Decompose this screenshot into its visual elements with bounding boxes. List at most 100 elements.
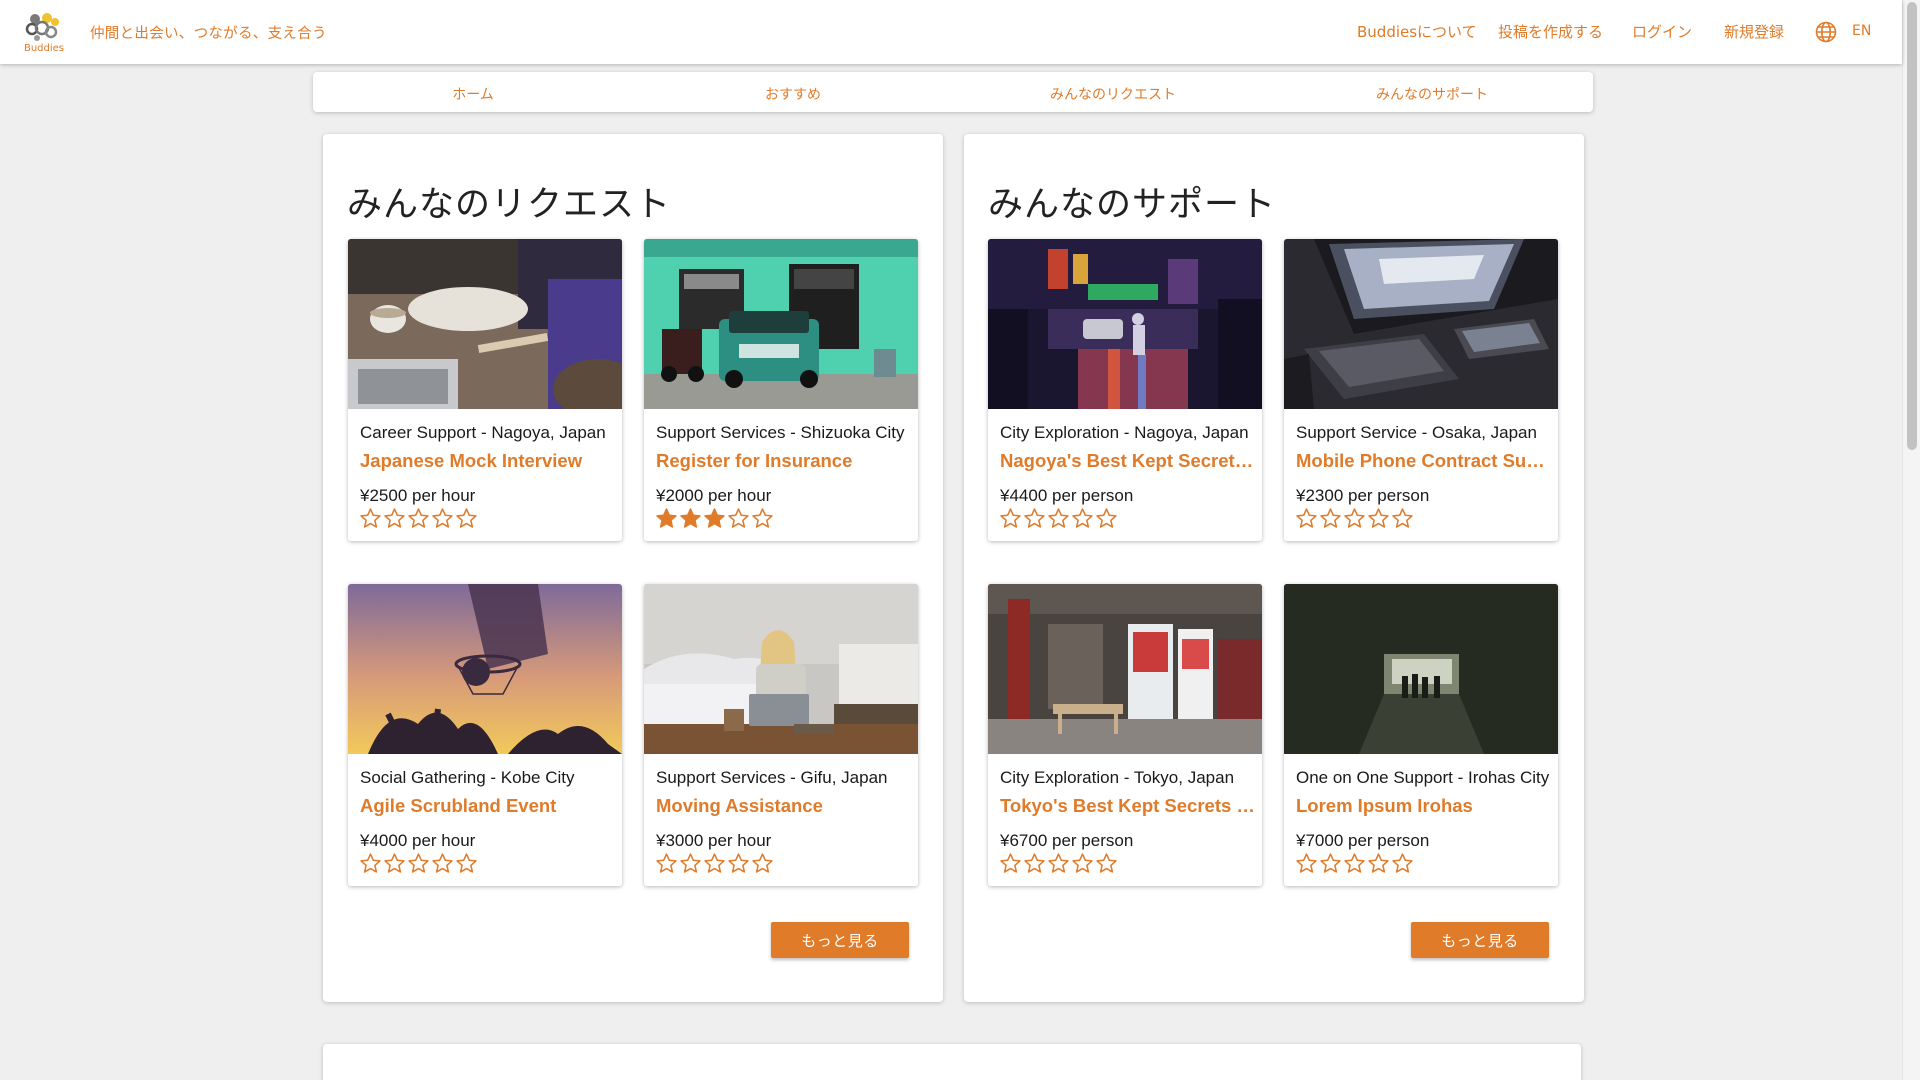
star-rating[interactable] <box>999 852 1118 876</box>
supports-heading: みんなのサポート <box>988 185 1277 225</box>
star-outline-icon[interactable] <box>999 852 1022 875</box>
nav-create-post[interactable]: 投稿を作成する <box>1498 21 1603 42</box>
request-card[interactable]: Support Services - Gifu, Japan Moving As… <box>644 584 918 886</box>
card-title[interactable]: Lorem Ipsum Irohas <box>1296 795 1552 817</box>
star-rating[interactable] <box>999 507 1118 531</box>
scrollbar-thumb[interactable] <box>1907 2 1917 450</box>
card-title[interactable]: Moving Assistance <box>656 795 912 817</box>
star-rating[interactable] <box>655 852 774 876</box>
card-price: ¥2300 per person <box>1296 486 1430 505</box>
star-outline-icon[interactable] <box>751 507 774 530</box>
language-toggle[interactable]: EN <box>1852 23 1871 39</box>
request-card[interactable]: Social Gathering - Kobe City Agile Scrub… <box>348 584 622 886</box>
support-card[interactable]: Support Service - Osaka, Japan Mobile Ph… <box>1284 239 1558 541</box>
star-outline-icon[interactable] <box>1047 852 1070 875</box>
support-card[interactable]: City Exploration - Tokyo, Japan Tokyo's … <box>988 584 1262 886</box>
nav-login[interactable]: ログイン <box>1632 21 1692 42</box>
basketball-hoop-photo <box>348 584 622 754</box>
card-price: ¥3000 per hour <box>656 831 772 850</box>
card-price: ¥7000 per person <box>1296 831 1430 850</box>
star-outline-icon[interactable] <box>703 852 726 875</box>
support-card[interactable]: One on One Support - Irohas City Lorem I… <box>1284 584 1558 886</box>
card-title[interactable]: Agile Scrubland Event <box>360 795 616 817</box>
tab-home[interactable]: ホーム <box>452 84 494 104</box>
tab-requests[interactable]: みんなのリクエスト <box>1050 84 1176 104</box>
support-card[interactable]: City Exploration - Nagoya, Japan Nagoya'… <box>988 239 1262 541</box>
star-filled-icon[interactable] <box>703 507 726 530</box>
request-card[interactable]: Support Services - Shizuoka City Registe… <box>644 239 918 541</box>
star-outline-icon[interactable] <box>383 507 406 530</box>
star-outline-icon[interactable] <box>1071 507 1094 530</box>
tab-supports[interactable]: みんなのサポート <box>1376 84 1488 104</box>
star-filled-icon[interactable] <box>655 507 678 530</box>
star-outline-icon[interactable] <box>1343 507 1366 530</box>
star-outline-icon[interactable] <box>655 852 678 875</box>
star-outline-icon[interactable] <box>727 852 750 875</box>
page-scrollbar[interactable] <box>1902 0 1920 1080</box>
star-outline-icon[interactable] <box>999 507 1022 530</box>
card-title[interactable]: Tokyo's Best Kept Secrets Tour <box>1000 795 1256 817</box>
star-outline-icon[interactable] <box>727 507 750 530</box>
star-outline-icon[interactable] <box>1047 507 1070 530</box>
request-card[interactable]: Career Support - Nagoya, Japan Japanese … <box>348 239 622 541</box>
star-outline-icon[interactable] <box>679 852 702 875</box>
star-outline-icon[interactable] <box>455 852 478 875</box>
star-outline-icon[interactable] <box>1343 852 1366 875</box>
star-outline-icon[interactable] <box>1367 507 1390 530</box>
star-rating[interactable] <box>1295 507 1414 531</box>
star-outline-icon[interactable] <box>1295 852 1318 875</box>
star-outline-icon[interactable] <box>407 507 430 530</box>
card-title[interactable]: Nagoya's Best Kept Secrets Tour <box>1000 450 1256 472</box>
star-rating[interactable] <box>1295 852 1414 876</box>
star-outline-icon[interactable] <box>1023 507 1046 530</box>
star-outline-icon[interactable] <box>1319 507 1342 530</box>
star-outline-icon[interactable] <box>1295 507 1318 530</box>
card-price: ¥4000 per hour <box>360 831 476 850</box>
tunnel-photo <box>1284 584 1558 754</box>
card-category: City Exploration - Tokyo, Japan <box>1000 768 1235 787</box>
card-price: ¥4400 per person <box>1000 486 1134 505</box>
card-category: Social Gathering - Kobe City <box>360 768 575 787</box>
star-outline-icon[interactable] <box>359 852 382 875</box>
star-filled-icon[interactable] <box>679 507 702 530</box>
card-title[interactable]: Register for Insurance <box>656 450 912 472</box>
star-outline-icon[interactable] <box>751 852 774 875</box>
card-title[interactable]: Japanese Mock Interview <box>360 450 616 472</box>
card-category: Career Support - Nagoya, Japan <box>360 423 606 442</box>
app-header: Buddies 仲間と出会い、つながる、支え合う Buddiesについて 投稿を… <box>0 0 1902 64</box>
star-outline-icon[interactable] <box>407 852 430 875</box>
green-car-photo <box>644 239 918 409</box>
section-tabs: ホーム おすすめ みんなのリクエスト みんなのサポート <box>313 72 1593 112</box>
card-price: ¥6700 per person <box>1000 831 1134 850</box>
star-outline-icon[interactable] <box>1391 852 1414 875</box>
supports-more-button[interactable]: もっと見る <box>1411 922 1549 958</box>
star-outline-icon[interactable] <box>1071 852 1094 875</box>
star-outline-icon[interactable] <box>383 852 406 875</box>
requests-heading: みんなのリクエスト <box>347 185 672 225</box>
tab-recommended[interactable]: おすすめ <box>765 84 821 104</box>
star-outline-icon[interactable] <box>359 507 382 530</box>
star-outline-icon[interactable] <box>1391 507 1414 530</box>
star-outline-icon[interactable] <box>1319 852 1342 875</box>
nav-about[interactable]: Buddiesについて <box>1357 21 1477 42</box>
star-outline-icon[interactable] <box>455 507 478 530</box>
requests-more-button[interactable]: もっと見る <box>771 922 909 958</box>
star-rating[interactable] <box>359 507 478 531</box>
star-rating[interactable] <box>359 852 478 876</box>
card-price: ¥2500 per hour <box>360 486 476 505</box>
supports-panel: みんなのサポート City Exploration - Nagoya, Japa… <box>964 134 1584 1002</box>
woman-with-laptop-photo <box>644 584 918 754</box>
star-outline-icon[interactable] <box>1367 852 1390 875</box>
card-title[interactable]: Mobile Phone Contract Support <box>1296 450 1552 472</box>
star-outline-icon[interactable] <box>1095 852 1118 875</box>
next-section-panel <box>323 1044 1581 1080</box>
star-outline-icon[interactable] <box>431 507 454 530</box>
card-price: ¥2000 per hour <box>656 486 772 505</box>
star-outline-icon[interactable] <box>431 852 454 875</box>
globe-icon[interactable] <box>1814 20 1838 44</box>
star-outline-icon[interactable] <box>1095 507 1118 530</box>
nav-signup[interactable]: 新規登録 <box>1724 21 1784 42</box>
top-nav: Buddiesについて 投稿を作成する ログイン 新規登録 <box>0 21 1902 43</box>
star-rating[interactable] <box>655 507 774 531</box>
star-outline-icon[interactable] <box>1023 852 1046 875</box>
